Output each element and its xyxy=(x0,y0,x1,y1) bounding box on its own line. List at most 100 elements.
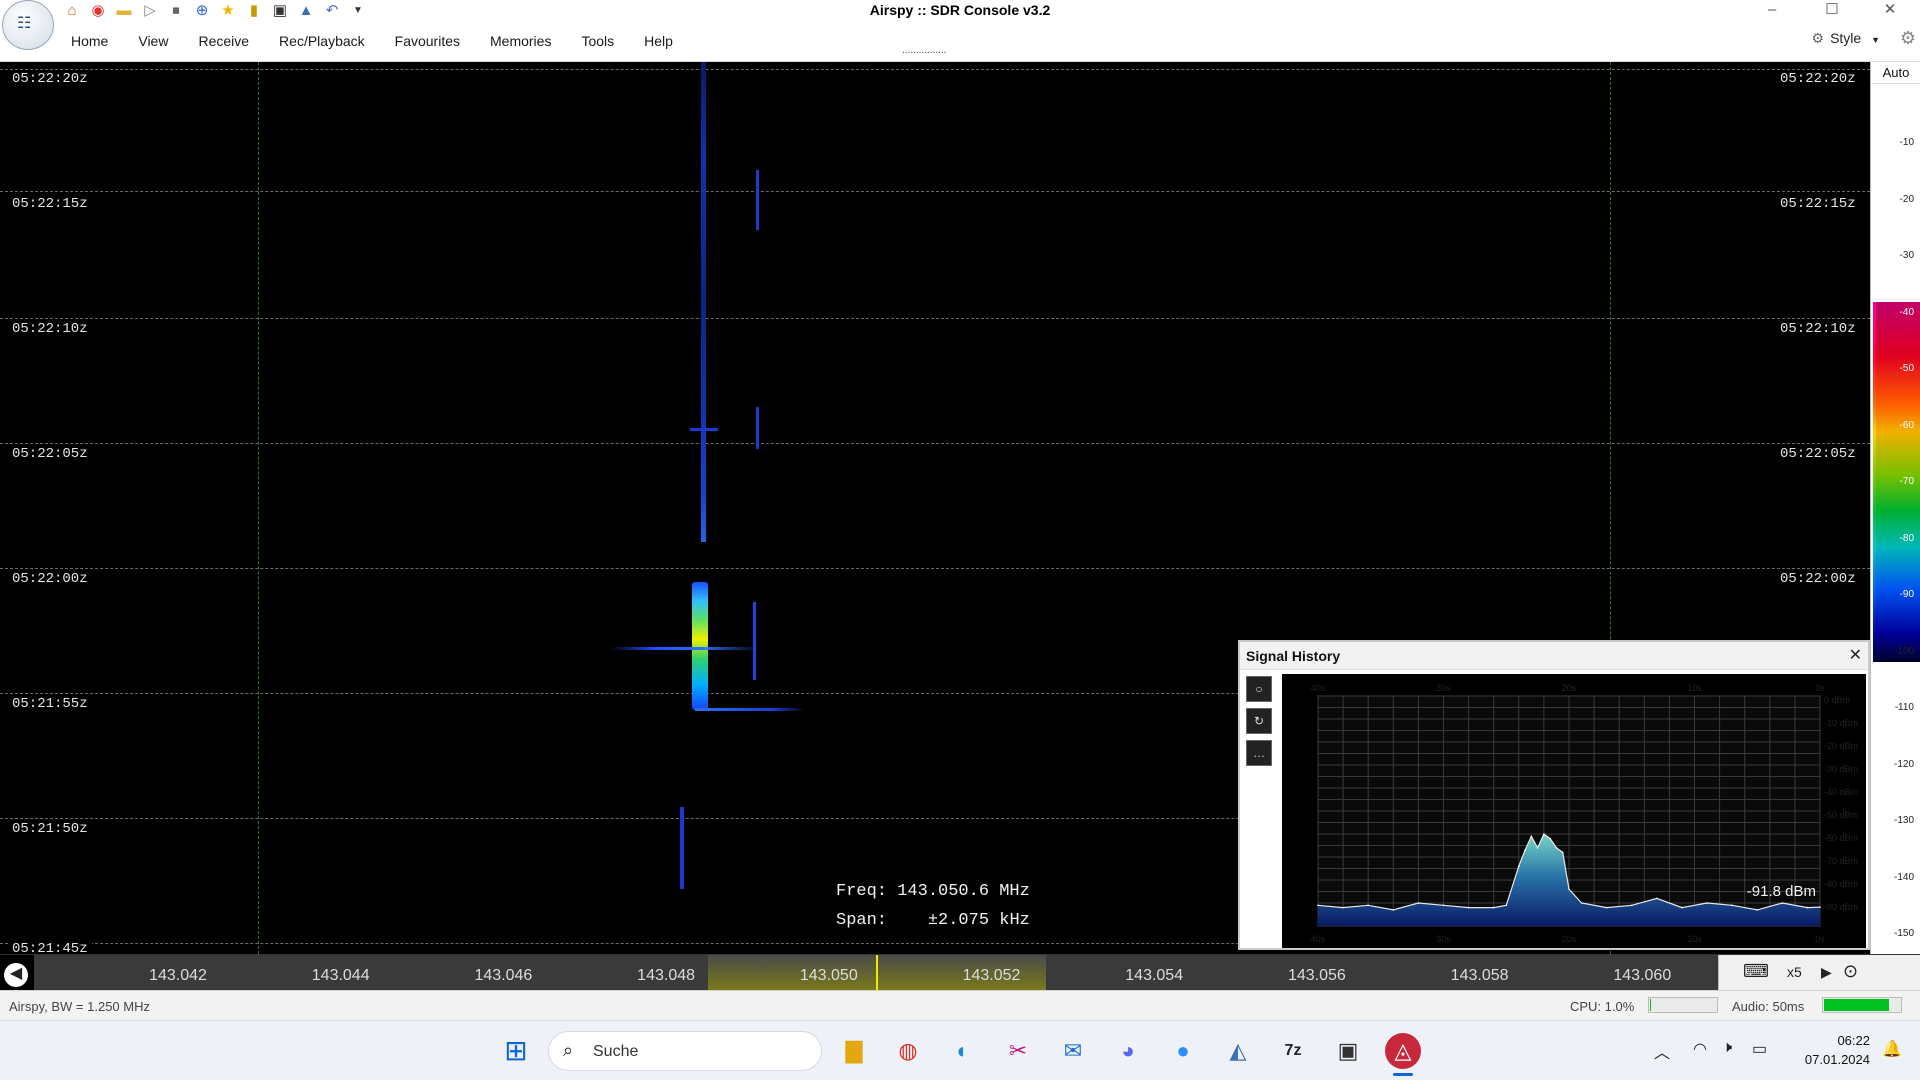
signal-trace xyxy=(695,708,805,711)
ribbon-tab-bar: Home View Receive Rec/Playback Favourite… xyxy=(0,22,1920,62)
application-menu-button[interactable]: ☷ xyxy=(2,0,54,50)
time-label: 05:22:10z xyxy=(1776,320,1860,338)
discord-icon[interactable]: ◕ xyxy=(1110,1033,1146,1069)
signal-trace xyxy=(690,428,718,431)
wifi-icon[interactable]: ◠ xyxy=(1693,1039,1707,1059)
style-menu[interactable]: ⚙ Style ▼ xyxy=(1812,30,1881,47)
frequency-label: 143.052 xyxy=(962,967,1021,984)
frequency-label: 143.054 xyxy=(1125,967,1184,984)
time-grid-line xyxy=(0,69,1870,70)
file-explorer-icon[interactable]: ▇ xyxy=(836,1033,872,1069)
dbm-scale-tick: -90 xyxy=(1899,589,1914,600)
more-options-icon[interactable]: … xyxy=(1246,740,1272,766)
search-icon: ⌕ xyxy=(563,1040,574,1060)
play-arrow-icon[interactable]: ▶ xyxy=(1821,964,1832,981)
signal-point xyxy=(1524,849,1526,851)
tuning-cursor[interactable] xyxy=(876,955,878,991)
scroll-right-button[interactable]: ⊙ xyxy=(1843,961,1858,982)
keyboard-icon[interactable]: ⌨ xyxy=(1743,961,1769,982)
taskbar-clock[interactable]: 06:22 07.01.2024 xyxy=(1790,1031,1870,1069)
signal-point xyxy=(1706,902,1708,904)
time-label: 05:21:45z xyxy=(8,940,92,952)
style-icon: ⚙ xyxy=(1811,30,1825,46)
time-grid-line xyxy=(0,568,1870,569)
tab-tools[interactable]: Tools xyxy=(566,31,629,51)
mail-icon[interactable]: ✉ xyxy=(1055,1033,1091,1069)
chrome-icon[interactable]: ◍ xyxy=(890,1033,926,1069)
dbm-scale-tick: -30 xyxy=(1899,250,1914,261)
freq-label: Freq: xyxy=(836,882,888,901)
frequency-label: 143.060 xyxy=(1613,967,1672,984)
time-label: 05:22:05z xyxy=(1776,445,1860,463)
minimize-button[interactable]: – xyxy=(1742,0,1802,22)
window-title: Airspy :: SDR Console v3.2 xyxy=(869,2,1051,18)
span-readout: Span: ±2.075 kHz xyxy=(836,906,1030,935)
app-menu-icon: ☷ xyxy=(17,15,32,32)
tab-view[interactable]: View xyxy=(123,31,183,51)
windows-start-icon[interactable]: ⊞ xyxy=(498,1033,534,1069)
signal-point xyxy=(1681,906,1683,909)
signal-point xyxy=(1781,902,1784,904)
time-grid-line xyxy=(0,191,1870,192)
dbm-tick-label: -90 dBm xyxy=(1824,902,1858,912)
signal-point xyxy=(1392,909,1395,911)
dbm-scale-tick: -20 xyxy=(1899,193,1914,205)
notification-bell-icon[interactable]: 🔔 xyxy=(1882,1039,1902,1059)
tab-favourites[interactable]: Favourites xyxy=(380,31,475,51)
airspy-icon[interactable]: ◬ xyxy=(1385,1033,1421,1069)
dbm-scale-tick: -140 xyxy=(1893,871,1914,883)
clock-time: 06:22 xyxy=(1837,1033,1870,1048)
scroll-left-button[interactable]: ◀ xyxy=(4,963,28,987)
cpu-meter xyxy=(1648,997,1718,1013)
frequency-axis[interactable]: ◀ 143.042 143.044 143.046 143.048 143.050 143… xyxy=(0,954,1920,991)
taskbar-search[interactable]: ⌕ Suche xyxy=(548,1031,822,1071)
sdr-console-icon[interactable]: ◭ xyxy=(1220,1033,1256,1069)
tab-memories[interactable]: Memories xyxy=(475,31,566,51)
maximize-button[interactable]: ☐ xyxy=(1802,0,1862,22)
auto-scale-button[interactable]: Auto xyxy=(1871,62,1920,84)
reset-icon[interactable]: ↻ xyxy=(1246,708,1272,734)
signal-point xyxy=(1505,904,1508,907)
span-label: Span: xyxy=(836,911,888,930)
dbm-scale-tick: -120 xyxy=(1893,758,1914,770)
time-label: 05:22:10z xyxy=(8,320,92,338)
record-toggle-icon[interactable]: ○ xyxy=(1246,676,1272,702)
camera-app-icon[interactable]: ▣ xyxy=(1330,1033,1366,1069)
audio-meter xyxy=(1822,997,1902,1013)
signal-point xyxy=(1543,833,1545,835)
signal-point xyxy=(1518,865,1520,867)
dbm-scale-tick: -60 xyxy=(1899,419,1914,431)
time-tick-label: 30s xyxy=(1436,934,1451,944)
clock-date: 07.01.2024 xyxy=(1804,1052,1870,1067)
frequency-label: 143.050 xyxy=(799,967,858,984)
signal-point xyxy=(1561,851,1564,854)
tab-receive[interactable]: Receive xyxy=(183,31,264,51)
current-signal-value: -91.8 dBm xyxy=(1747,883,1816,900)
windows-taskbar: ⊞ ⌕ Suche ▇ ◍ ◐ ✂ ✉ ◕ ● ◭ 7z ▣ ◬ ︿ ◠ 🕨 ▭… xyxy=(0,1020,1920,1080)
tab-rec-playback[interactable]: Rec/Playback xyxy=(264,31,380,51)
time-tick-label: 0s xyxy=(1815,934,1825,944)
7zip-icon[interactable]: 7z xyxy=(1275,1033,1311,1069)
signal-history-chart: 40s 40s 30s 30s 20s 20s 10s 10s 0s 0s 0 dBm -10 dBm… xyxy=(1282,674,1866,948)
time-tick-label: 10s xyxy=(1687,934,1702,944)
zoom-factor[interactable]: x5 xyxy=(1787,964,1802,980)
show-hidden-icons[interactable]: ︿ xyxy=(1654,1039,1670,1063)
zoom-icon[interactable]: ● xyxy=(1165,1033,1201,1069)
span-value: ±2.075 kHz xyxy=(927,911,1030,930)
time-label: 05:22:20z xyxy=(8,70,92,88)
snipping-tool-icon[interactable]: ✂ xyxy=(1000,1033,1036,1069)
speaker-muted-icon[interactable]: 🕨 xyxy=(1722,1039,1732,1057)
ribbon-collapse-handle[interactable]: ................ xyxy=(902,45,946,56)
edge-icon[interactable]: ◐ xyxy=(945,1033,981,1069)
battery-icon[interactable]: ▭ xyxy=(1752,1039,1767,1059)
active-app-indicator xyxy=(1393,1073,1413,1076)
settings-gear-icon[interactable]: ⚙ xyxy=(1900,28,1916,49)
time-tick-label: 0s xyxy=(1815,683,1825,693)
signal-point xyxy=(1342,906,1344,909)
tab-home[interactable]: Home xyxy=(56,31,123,51)
close-panel-icon[interactable]: ✕ xyxy=(1849,645,1862,665)
signal-burst xyxy=(692,582,708,710)
close-button[interactable]: ✕ xyxy=(1860,0,1920,22)
dbm-color-scale[interactable]: Auto -10 -20 -30 -40 -50 -60 -70 -80 -90 -100 -110… xyxy=(1870,62,1920,954)
tab-help[interactable]: Help xyxy=(629,31,688,51)
